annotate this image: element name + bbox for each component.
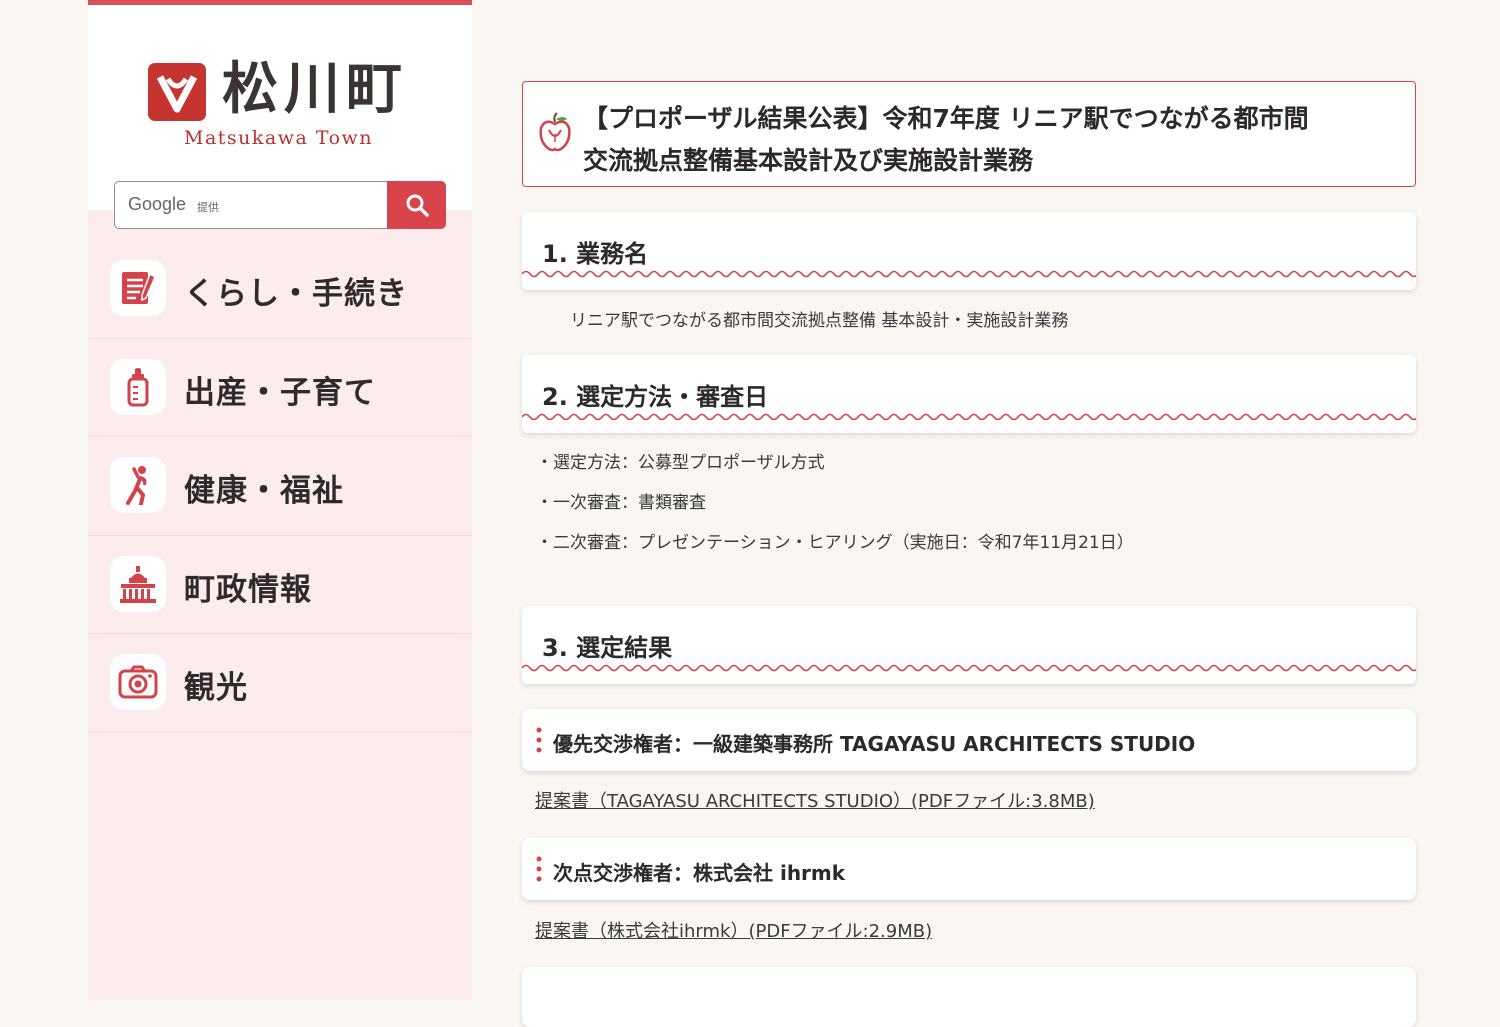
nav-label: くらし・手続き: [184, 276, 408, 312]
nav-label: 観光: [184, 670, 248, 706]
result-card-preferred: 優先交渉権者：一級建築事務所 TAGAYASU ARCHITECTS STUDI…: [522, 709, 1416, 771]
nav-item-childcare[interactable]: 出産・子育て: [88, 339, 472, 437]
search-icon: [406, 194, 429, 217]
page-title-box: 【プロポーザル結果公表】令和7年度 リニア駅でつながる都市間 交流拠点整備基本設…: [522, 81, 1416, 187]
site-logo[interactable]: 松川町 Matsukawa Town: [146, 57, 416, 157]
wavy-underline: [522, 413, 1416, 421]
nav-label: 出産・子育て: [184, 374, 376, 411]
section-heading-selection-method: 2. 選定方法・審査日: [522, 355, 1416, 433]
task-name-text: リニア駅でつながる都市間交流拠点整備 基本設計・実施設計業務: [570, 311, 1069, 331]
town-emblem-icon: [148, 63, 206, 121]
wavy-line: [522, 664, 1416, 672]
camera-icon: [110, 654, 166, 710]
nav-label: 町政情報: [184, 571, 312, 608]
search-input[interactable]: [115, 182, 387, 228]
search-button[interactable]: [387, 181, 446, 229]
main-nav: くらし・手続き 出産・子育て 健康・福祉 町政情報 観光: [88, 240, 472, 733]
apple-icon: [539, 112, 571, 152]
second-review-item: ・二次審査：プレゼンテーション・ヒアリング（実施日：令和7年11月21日）: [536, 533, 1134, 553]
vertical-dots-icon: [536, 856, 542, 882]
section-heading-text: 3. 選定結果: [542, 634, 673, 662]
main-content: 【プロポーザル結果公表】令和7年度 リニア駅でつながる都市間 交流拠点整備基本設…: [522, 0, 1416, 1027]
result-heading: 次点交渉権者：株式会社 ihrmk: [553, 861, 846, 885]
page-title-line2: 交流拠点整備基本設計及び実施設計業務: [583, 146, 1034, 175]
nav-item-tourism[interactable]: 観光: [88, 634, 472, 733]
section-heading-task-name: 1. 業務名: [522, 212, 1416, 290]
wavy-underline: [522, 664, 1416, 672]
sidebar-header: 松川町 Matsukawa Town: [88, 5, 472, 210]
site-search: Google 提供: [114, 181, 446, 229]
nav-item-living[interactable]: くらし・手続き: [88, 240, 472, 339]
nav-item-government[interactable]: 町政情報: [88, 536, 472, 634]
vertical-dots-icon: [536, 727, 542, 753]
logo-subtitle: Matsukawa Town: [184, 127, 374, 149]
section-heading-text: 1. 業務名: [542, 240, 649, 268]
sidebar: 松川町 Matsukawa Town Google 提供 くらし・手続き 出産・…: [88, 0, 472, 1000]
section-heading-results: 3. 選定結果: [522, 606, 1416, 684]
result-card-runner-up: 次点交渉権者：株式会社 ihrmk: [522, 838, 1416, 900]
search-field[interactable]: Google 提供: [114, 181, 387, 229]
wavy-line: [522, 413, 1416, 421]
result-heading: 優先交渉権者：一級建築事務所 TAGAYASU ARCHITECTS STUDI…: [553, 732, 1196, 756]
nav-label: 健康・福祉: [184, 473, 344, 509]
proposal-pdf-link[interactable]: 提案書（TAGAYASU ARCHITECTS STUDIO）(PDFファイル:…: [535, 787, 1095, 813]
wavy-line: [522, 270, 1416, 278]
stretching-person-icon: [110, 457, 166, 513]
page-title-line1: 【プロポーザル結果公表】令和7年度 リニア駅でつながる都市間: [583, 104, 1309, 133]
nav-item-health[interactable]: 健康・福祉: [88, 437, 472, 536]
document-pen-icon: [110, 260, 166, 316]
selection-method-item: ・選定方法：公募型プロポーザル方式: [536, 453, 825, 473]
page-title: 【プロポーザル結果公表】令和7年度 リニア駅でつながる都市間 交流拠点整備基本設…: [583, 98, 1393, 182]
logo-title: 松川町: [222, 57, 408, 122]
government-building-icon: [110, 555, 166, 612]
section-heading-text: 2. 選定方法・審査日: [542, 383, 769, 411]
first-review-item: ・一次審査：書類審査: [536, 493, 706, 513]
proposal-pdf-link[interactable]: 提案書（株式会社ihrmk）(PDFファイル:2.9MB): [535, 917, 932, 943]
baby-bottle-icon: [110, 358, 166, 415]
wavy-underline: [522, 270, 1416, 278]
next-section-card: [522, 967, 1416, 1027]
